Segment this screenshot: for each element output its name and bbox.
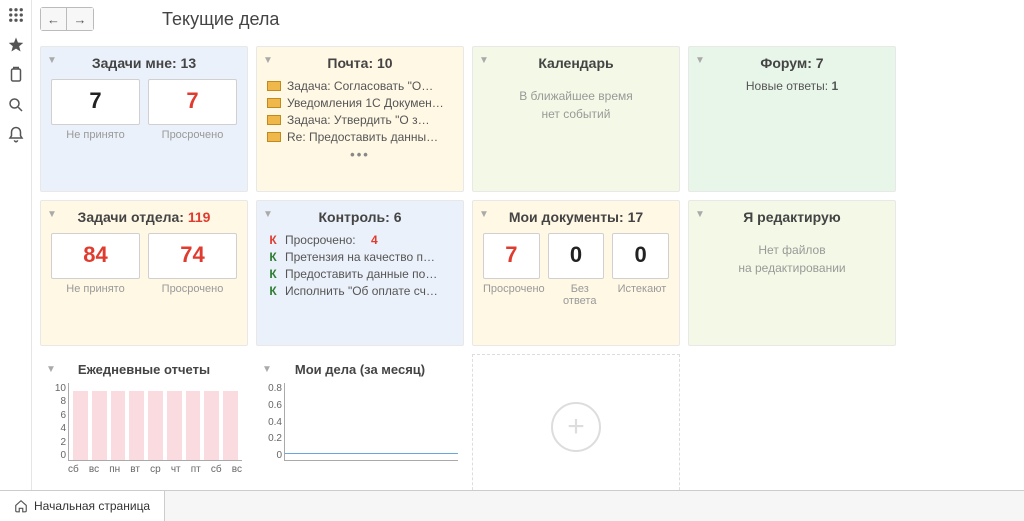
metric-overdue[interactable]: 74 xyxy=(148,233,237,279)
chevron-down-icon[interactable]: ▼ xyxy=(46,364,56,375)
mail-item[interactable]: Задача: Согласовать "О… xyxy=(267,79,453,93)
widget-calendar[interactable]: ▼ Календарь В ближайшее времянет событий xyxy=(472,46,680,192)
metric-not-accepted[interactable]: 84 xyxy=(51,233,140,279)
add-widget-button[interactable]: + xyxy=(472,354,680,490)
widget-title: Мои дела (за месяц) xyxy=(262,362,458,377)
widget-control[interactable]: ▼ Контроль: 6 КПросрочено: 4 КПретензия … xyxy=(256,200,464,346)
empty-text: В ближайшее времянет событий xyxy=(483,87,669,123)
page-title: Текущие дела xyxy=(162,9,279,30)
more-icon[interactable]: ••• xyxy=(267,147,453,162)
widget-title: Почта: 10 xyxy=(267,55,453,71)
chevron-down-icon[interactable]: ▼ xyxy=(263,209,273,220)
mail-item[interactable]: Re: Предоставить данны… xyxy=(267,130,453,144)
forum-line: Новые ответы: 1 xyxy=(699,79,885,93)
chevron-down-icon[interactable]: ▼ xyxy=(479,209,489,220)
clipboard-icon[interactable] xyxy=(7,66,25,84)
nav-history: ← → xyxy=(40,7,94,31)
widget-editing[interactable]: ▼ Я редактирую Нет файловна редактирован… xyxy=(688,200,896,346)
star-icon[interactable] xyxy=(7,36,25,54)
widget-my-business[interactable]: ▼ Мои дела (за месяц) 0.80.60.40.20 xyxy=(256,354,464,490)
widget-title: Задачи отдела: 119 xyxy=(51,209,237,225)
nav-back-button[interactable]: ← xyxy=(41,8,67,30)
apps-icon[interactable] xyxy=(7,6,25,24)
control-row[interactable]: КПредоставить данные по… xyxy=(267,267,453,281)
control-row[interactable]: КПретензия на качество п… xyxy=(267,250,453,264)
envelope-icon xyxy=(267,98,281,108)
widget-title: Форум: 7 xyxy=(699,55,885,71)
widget-tasks-me[interactable]: ▼ Задачи мне: 13 7 7 Не принятоПросрочен… xyxy=(40,46,248,192)
chevron-down-icon[interactable]: ▼ xyxy=(47,209,57,220)
chevron-down-icon[interactable]: ▼ xyxy=(47,55,57,66)
widget-title: Мои документы: 17 xyxy=(483,209,669,225)
mail-item[interactable]: Задача: Утвердить "О з… xyxy=(267,113,453,127)
widget-forum[interactable]: ▼ Форум: 7 Новые ответы: 1 xyxy=(688,46,896,192)
plus-icon: + xyxy=(551,402,601,452)
widget-title: Контроль: 6 xyxy=(267,209,453,225)
widget-title: Ежедневные отчеты xyxy=(46,362,242,377)
left-iconbar xyxy=(0,0,32,490)
mail-item[interactable]: Уведомления 1С Докумен… xyxy=(267,96,453,110)
chevron-down-icon[interactable]: ▼ xyxy=(479,55,489,66)
search-icon[interactable] xyxy=(7,96,25,114)
widget-title: Календарь xyxy=(483,55,669,71)
control-row[interactable]: КИсполнить "Об оплате сч… xyxy=(267,284,453,298)
control-row[interactable]: КПросрочено: 4 xyxy=(267,233,453,247)
metric-overdue[interactable]: 7 xyxy=(148,79,237,125)
chevron-down-icon[interactable]: ▼ xyxy=(695,55,705,66)
bell-icon[interactable] xyxy=(7,126,25,144)
widget-title: Задачи мне: 13 xyxy=(51,55,237,71)
line-chart: 0.80.60.40.20 xyxy=(262,383,458,473)
nav-forward-button[interactable]: → xyxy=(67,8,93,30)
widget-title: Я редактирую xyxy=(699,209,885,225)
chevron-down-icon[interactable]: ▼ xyxy=(263,55,273,66)
tab-home[interactable]: Начальная страница xyxy=(0,491,165,521)
widget-tasks-dept[interactable]: ▼ Задачи отдела: 119 84 74 Не принятоПро… xyxy=(40,200,248,346)
metric-no-answer[interactable]: 0 xyxy=(548,233,605,279)
metric-not-accepted[interactable]: 7 xyxy=(51,79,140,125)
widget-my-documents[interactable]: ▼ Мои документы: 17 7 0 0 ПросроченоБез … xyxy=(472,200,680,346)
chevron-down-icon[interactable]: ▼ xyxy=(262,364,272,375)
envelope-icon xyxy=(267,132,281,142)
metric-overdue[interactable]: 7 xyxy=(483,233,540,279)
bar-chart: 1086420 сбвспнвтсрчтптсбвс xyxy=(46,383,242,473)
topbar: ← → Текущие дела xyxy=(32,0,1024,38)
empty-text: Нет файловна редактировании xyxy=(699,241,885,277)
envelope-icon xyxy=(267,115,281,125)
dashboard: ▼ Задачи мне: 13 7 7 Не принятоПросрочен… xyxy=(32,38,1024,490)
widget-mail[interactable]: ▼ Почта: 10 Задача: Согласовать "О… Увед… xyxy=(256,46,464,192)
home-icon xyxy=(14,499,28,513)
chevron-down-icon[interactable]: ▼ xyxy=(695,209,705,220)
widget-daily-reports[interactable]: ▼ Ежедневные отчеты 1086420 сбвспнвтсрчт… xyxy=(40,354,248,490)
bottom-tabstrip: Начальная страница xyxy=(0,490,1024,521)
envelope-icon xyxy=(267,81,281,91)
metric-expiring[interactable]: 0 xyxy=(612,233,669,279)
